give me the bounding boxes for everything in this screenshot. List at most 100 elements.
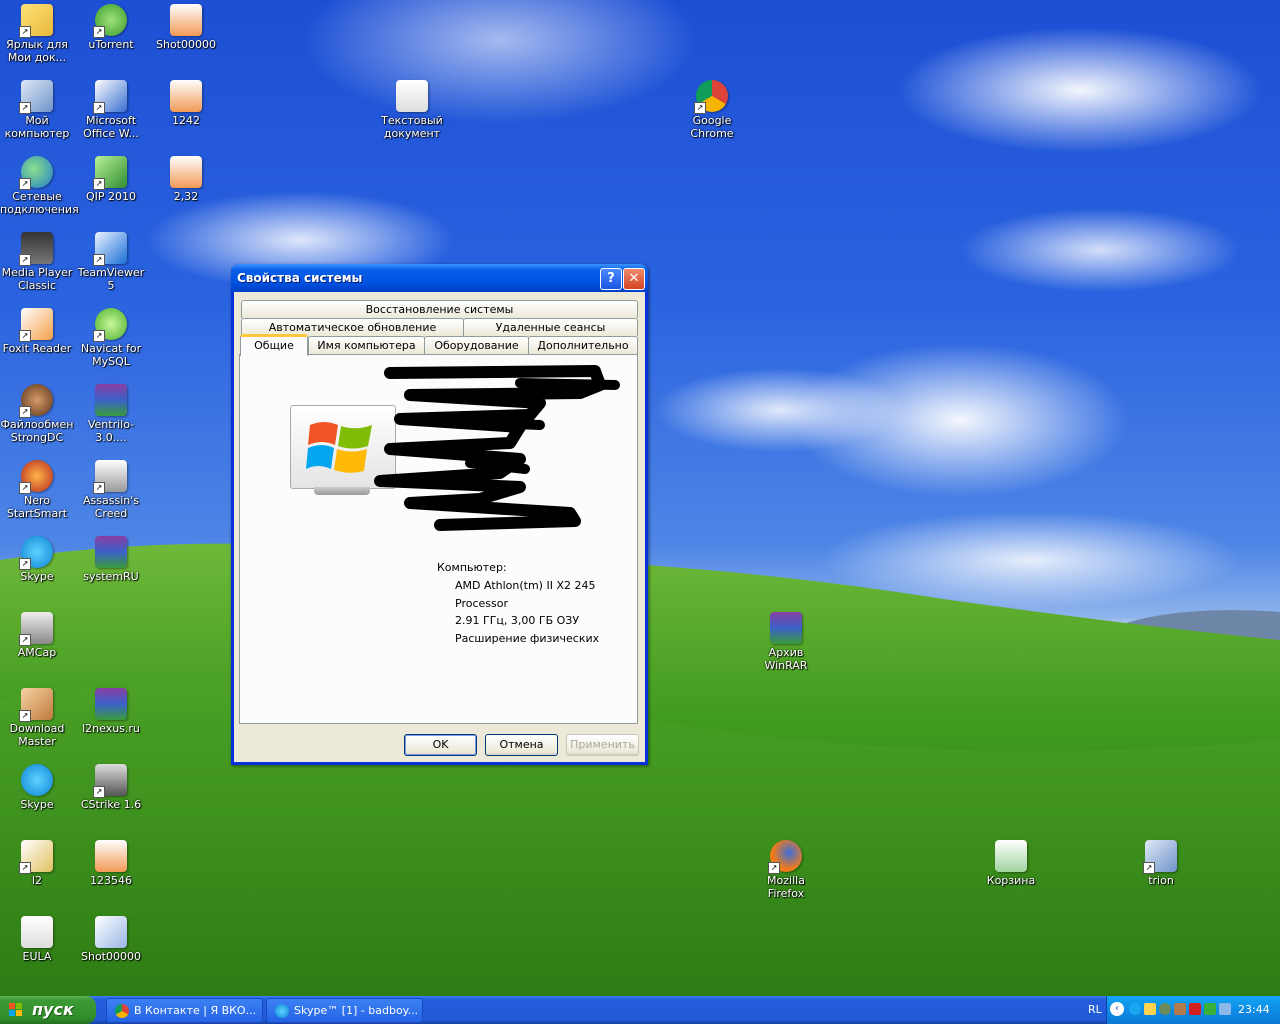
- start-button[interactable]: пуск: [0, 996, 96, 1024]
- desktop-icon-foxit-reader[interactable]: ↗ Foxit Reader: [0, 308, 74, 355]
- desktop-icon-download-master[interactable]: ↗ Download Master: [0, 688, 74, 748]
- icon-label: trion: [1148, 874, 1174, 887]
- desktop-icon-eula[interactable]: EULA: [0, 916, 74, 963]
- desktop-icon-network-connections[interactable]: ↗ Сетевые подключения: [0, 156, 79, 216]
- desktop-icon-ventrilo[interactable]: Ventrilo-3.0....: [74, 384, 148, 444]
- icon-label: 2,32: [173, 190, 199, 203]
- taskbar-item-skype[interactable]: Skype™ [1] - badboy...: [266, 998, 423, 1023]
- desktop-icon-1242[interactable]: 1242: [149, 80, 223, 127]
- icon-label: 123546: [90, 874, 132, 887]
- folder-shortcut-icon: ↗: [19, 4, 53, 38]
- clock[interactable]: 23:44: [1238, 1003, 1270, 1016]
- taskbar: пуск В Контакте | Я ВКО... Skype™ [1] - …: [0, 996, 1280, 1024]
- desktop-icon-ms-word[interactable]: ↗ Microsoft Office W...: [74, 80, 148, 140]
- camera-icon: ↗: [19, 612, 53, 646]
- chrome-icon: ↗: [694, 80, 728, 114]
- skype-tray-icon[interactable]: [1129, 1003, 1141, 1015]
- close-button[interactable]: ✕: [623, 268, 645, 290]
- desktop-icon-mozilla-firefox[interactable]: ↗ Mozilla Firefox: [749, 840, 823, 900]
- desktop-icon-assassins-creed[interactable]: ↗ Assassin's Creed: [74, 460, 148, 520]
- window-titlebar[interactable]: Свойства системы ? ✕: [231, 264, 648, 292]
- show-hidden-icons-chevron-icon[interactable]: ‹: [1110, 1002, 1124, 1016]
- image-file-icon: [170, 80, 202, 112]
- language-indicator[interactable]: RL: [1088, 1003, 1102, 1016]
- desktop-icon-shot00000-1[interactable]: Shot00000: [149, 4, 223, 51]
- cpu-name-line1: AMD Athlon(tm) II X2 245: [455, 579, 596, 592]
- word-document-icon: ↗: [93, 80, 127, 114]
- icon-label: Download Master: [9, 722, 65, 748]
- desktop-icon-media-player-classic[interactable]: ↗ Media Player Classic: [0, 232, 74, 292]
- ati-tray-icon[interactable]: [1189, 1003, 1201, 1015]
- desktop-icon-l2[interactable]: ↗ l2: [0, 840, 74, 887]
- desktop-icon-l2nexus[interactable]: l2nexus.ru: [74, 688, 148, 735]
- utorrent-icon: ↗: [93, 4, 127, 38]
- tab-system-restore[interactable]: Восстановление системы: [241, 300, 638, 318]
- utorrent-tray-icon[interactable]: [1159, 1003, 1171, 1015]
- icon-label: Mozilla Firefox: [767, 874, 805, 900]
- help-button[interactable]: ?: [600, 268, 622, 290]
- desktop-icon-recycle-bin[interactable]: Корзина: [974, 840, 1048, 887]
- icon-label: Microsoft Office W...: [83, 114, 139, 140]
- desktop-icon-skype-2[interactable]: Skype: [0, 764, 74, 811]
- desktop-icon-google-chrome[interactable]: ↗ Google Chrome: [675, 80, 749, 140]
- desktop-icon-2-32[interactable]: 2,32: [149, 156, 223, 203]
- apply-button[interactable]: Применить: [566, 734, 639, 756]
- desktop-icon-qip[interactable]: ↗ QIP 2010: [74, 156, 148, 203]
- firefox-icon: ↗: [768, 840, 802, 874]
- desktop-icon-123546[interactable]: 123546: [74, 840, 148, 887]
- icon-label: CStrike 1.6: [80, 798, 142, 811]
- desktop-icon-utorrent[interactable]: ↗ uTorrent: [74, 4, 148, 51]
- desktop-icon-teamviewer[interactable]: ↗ TeamViewer 5: [74, 232, 148, 292]
- icon-label: Ярлык для Мои док...: [6, 38, 68, 64]
- tab-advanced[interactable]: Дополнительно: [528, 336, 638, 354]
- desktop-icon-my-computer[interactable]: ↗ Мой компьютер: [0, 80, 74, 140]
- tab-remote-sessions[interactable]: Удаленные сеансы: [463, 318, 638, 336]
- desktop-icon-amcap[interactable]: ↗ AMCap: [0, 612, 74, 659]
- tab-general[interactable]: Общие: [240, 334, 308, 356]
- redaction-scribble: [374, 365, 620, 531]
- desktop-icon-navicat[interactable]: ↗ Navicat for MySQL: [74, 308, 148, 368]
- desktop-icon-text-document[interactable]: Текстовый документ: [375, 80, 449, 140]
- taskbar-item-label: В Контакте | Я ВКО...: [134, 1004, 257, 1017]
- tab-hardware[interactable]: Оборудование: [424, 336, 529, 354]
- computer-icon: ↗: [19, 80, 53, 114]
- ok-button[interactable]: OK: [404, 734, 477, 756]
- tab-computer-name[interactable]: Имя компьютера: [308, 336, 425, 354]
- network-tray-icon[interactable]: [1219, 1003, 1231, 1015]
- skype-icon: [275, 1004, 289, 1018]
- icon-label: EULA: [22, 950, 52, 963]
- clapperboard-icon: ↗: [19, 232, 53, 266]
- pae-line: Расширение физических: [455, 632, 600, 645]
- desktop-icon-cstrike[interactable]: ↗ CStrike 1.6: [74, 764, 148, 811]
- desktop-icon-my-documents-shortcut[interactable]: ↗ Ярлык для Мои док...: [0, 4, 74, 64]
- strongdc-tray-icon[interactable]: [1174, 1003, 1186, 1015]
- desktop-icon-strongdc[interactable]: ↗ Файлообмен StrongDC: [0, 384, 74, 444]
- alert-tray-icon[interactable]: [1144, 1003, 1156, 1015]
- desktop-icon-winrar-archive[interactable]: Архив WinRAR: [749, 612, 823, 672]
- network-computer-icon: ↗: [1143, 840, 1177, 874]
- desktop-icon-systemru[interactable]: systemRU: [74, 536, 148, 583]
- desktop-icon-nero[interactable]: ↗ Nero StartSmart: [0, 460, 74, 520]
- icon-label: Ventrilo-3.0....: [87, 418, 135, 444]
- counter-strike-icon: ↗: [93, 764, 127, 798]
- assassins-creed-icon: ↗: [93, 460, 127, 494]
- desktop-icon-shot00000-2[interactable]: Shot00000: [74, 916, 148, 963]
- image-file-icon: [95, 840, 127, 872]
- icon-label: Assassin's Creed: [83, 494, 139, 520]
- qip-tray-icon[interactable]: [1204, 1003, 1216, 1015]
- icon-label: Мой компьютер: [4, 114, 70, 140]
- start-label: пуск: [32, 1000, 74, 1019]
- skype-icon: [21, 764, 53, 796]
- winrar-archive-icon: [95, 688, 127, 720]
- taskbar-item-vkontakte[interactable]: В Контакте | Я ВКО...: [106, 998, 263, 1023]
- desktop-icon-trion[interactable]: ↗ trion: [1124, 840, 1198, 887]
- desktop-icon-skype-1[interactable]: ↗ Skype: [0, 536, 74, 583]
- icon-label: systemRU: [83, 570, 139, 583]
- icon-label: l2: [31, 874, 43, 887]
- navicat-icon: ↗: [93, 308, 127, 342]
- icon-label: Корзина: [986, 874, 1036, 887]
- cancel-button[interactable]: Отмена: [485, 734, 558, 756]
- icon-label: Сетевые подключения: [0, 190, 79, 216]
- l2-icon: ↗: [19, 840, 53, 874]
- icon-label: Google Chrome: [690, 114, 734, 140]
